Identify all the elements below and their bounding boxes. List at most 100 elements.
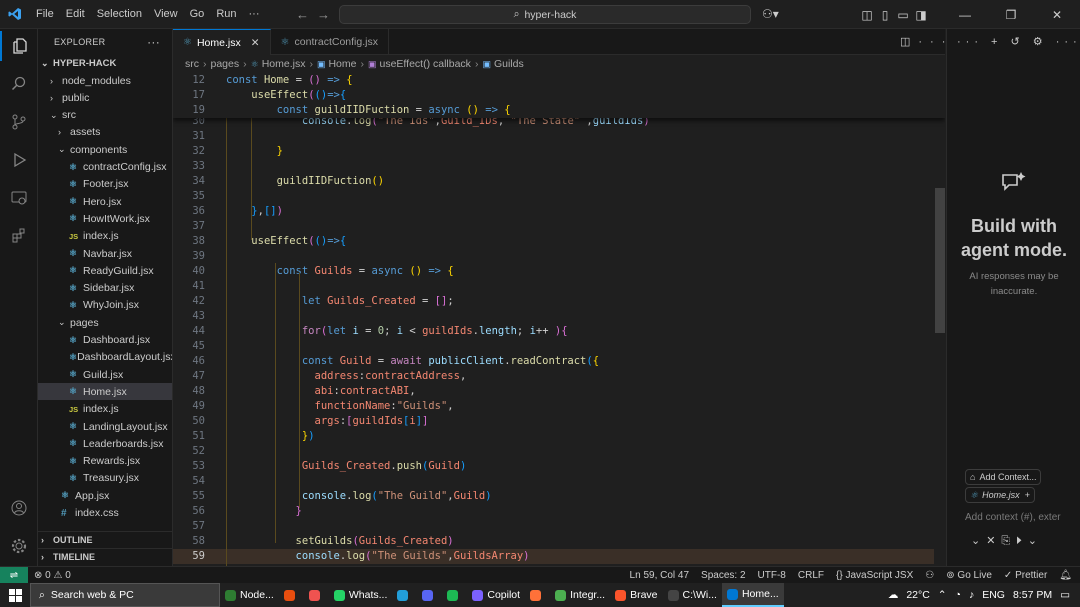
taskbar-app[interactable] — [392, 583, 417, 607]
file-item[interactable]: ⚛ Treasury.jsx — [38, 470, 172, 487]
chat-toolbar[interactable]: ··· + ↺ ⚙ ··· ⇱ — [957, 35, 1080, 48]
code-line[interactable]: 55 console.log("The Guild",Guild) — [173, 489, 945, 504]
menu-item[interactable]: Run — [210, 8, 242, 20]
folder-item[interactable]: ⌄ src — [38, 107, 172, 124]
minimize-button[interactable]: — — [942, 8, 988, 22]
menu-item[interactable]: ··· — [243, 8, 266, 20]
cursor-position[interactable]: Ln 59, Col 47 — [630, 570, 690, 581]
toggle-sidebar-icon[interactable]: ▯ — [876, 8, 894, 22]
code-line[interactable]: 56 } — [173, 504, 945, 519]
temperature[interactable]: 22°C — [906, 589, 929, 601]
taskbar-app[interactable]: Copilot — [467, 583, 525, 607]
source-control-icon[interactable] — [0, 107, 38, 137]
breadcrumb-item[interactable]: useEffect() callback — [380, 58, 471, 70]
accounts-icon[interactable] — [0, 493, 38, 523]
windows-start-icon[interactable] — [0, 588, 30, 602]
taskbar-app[interactable]: Brave — [610, 583, 662, 607]
timeline-section[interactable]: › TIMELINE — [38, 548, 172, 565]
file-item[interactable]: ⚛ Home.jsx — [38, 383, 172, 401]
menu-item[interactable]: Edit — [60, 8, 91, 20]
code-line[interactable]: 59 console.log("The Guilds",GuildsArray) — [173, 549, 945, 564]
code-line[interactable]: 12 const Home = () => { — [173, 73, 945, 88]
folder-item[interactable]: › node_modules — [38, 72, 172, 89]
taskbar-app[interactable] — [442, 583, 467, 607]
file-item[interactable]: ⚛ WhyJoin.jsx — [38, 297, 172, 314]
breadcrumb-item[interactable]: Home.jsx — [262, 58, 306, 70]
breadcrumb-item[interactable]: pages — [211, 58, 240, 70]
network-icon[interactable]: ◔ — [955, 589, 961, 601]
file-item[interactable]: ⚛ Guild.jsx — [38, 366, 172, 383]
code-line[interactable]: 17 useEffect(()=>{ — [173, 88, 945, 103]
code-line[interactable]: 44 for(let i = 0; i < guildIds.length; i… — [173, 324, 945, 339]
code-line[interactable]: 48 abi:contractABI, — [173, 384, 945, 399]
folder-item[interactable]: › public — [38, 89, 172, 106]
file-context-chip[interactable]: ⚛ Home.jsx + — [965, 487, 1035, 503]
code-line[interactable]: 54 — [173, 474, 945, 489]
code-line[interactable]: 33 — [173, 159, 945, 174]
close-icon[interactable]: ✕ — [251, 37, 260, 49]
breadcrumb-item[interactable]: Guilds — [494, 58, 524, 70]
prettier[interactable]: ✓ Prettier — [1004, 570, 1047, 581]
menu-item[interactable]: View — [148, 8, 184, 20]
code-line[interactable]: 34 guildIIDFuction() — [173, 174, 945, 189]
code-line[interactable]: 45 — [173, 339, 945, 354]
restore-button[interactable]: ❐ — [988, 8, 1034, 22]
file-item[interactable]: ⚛ Footer.jsx — [38, 176, 172, 193]
tab-home-jsx[interactable]: ⚛ Home.jsx ✕ — [173, 29, 271, 55]
code-line[interactable]: 49 functionName:"Guilds", — [173, 399, 945, 414]
project-folder[interactable]: ⌄ HYPER-HACK — [38, 55, 172, 72]
folder-item[interactable]: ⌄ pages — [38, 314, 172, 331]
folder-item[interactable]: ⌄ components — [38, 141, 172, 158]
taskbar-app[interactable]: C:\Wi... — [663, 583, 722, 607]
command-center-search[interactable]: ⌕ hyper-hack — [339, 5, 751, 24]
code-line[interactable]: 31 — [173, 129, 945, 144]
encoding[interactable]: UTF-8 — [758, 570, 786, 581]
go-live[interactable]: ⊚ Go Live — [946, 570, 992, 581]
code-line[interactable]: 35 — [173, 189, 945, 204]
nav-arrows[interactable]: ←→ — [296, 7, 338, 22]
close-button[interactable]: ✕ — [1034, 8, 1080, 22]
breadcrumb-item[interactable]: Home — [328, 58, 356, 70]
remote-indicator-icon[interactable]: ⇌ — [0, 566, 28, 584]
code-line[interactable]: 50 args:[guildIds[i]] — [173, 414, 945, 429]
indentation[interactable]: Spaces: 2 — [701, 570, 745, 581]
scrollbar-thumb[interactable] — [935, 188, 945, 333]
taskbar-app[interactable]: Home... — [721, 583, 784, 607]
notifications-bell-icon[interactable]: 🔔︎ — [1059, 570, 1072, 581]
breadcrumb-item[interactable]: src — [185, 58, 199, 70]
code-line[interactable]: 41 — [173, 279, 945, 294]
code-line[interactable]: 36 },[]) — [173, 204, 945, 219]
menu-item[interactable]: Go — [184, 8, 211, 20]
volume-icon[interactable]: ♪ — [969, 589, 974, 601]
code-line[interactable]: 53 Guilds_Created.push(Guild) — [173, 459, 945, 474]
menu-item[interactable]: Selection — [91, 8, 148, 20]
taskbar-search[interactable]: ⌕ Search web & PC — [30, 583, 220, 607]
problems-indicator[interactable]: ⊗ 0 ⚠ 0 — [34, 570, 71, 581]
remote-explorer-icon[interactable] — [0, 183, 38, 213]
notification-center-icon[interactable]: ▭ — [1060, 589, 1070, 601]
code-line[interactable]: 40 const Guilds = async () => { — [173, 264, 945, 279]
clock[interactable]: 8:57 PM — [1013, 589, 1052, 601]
chat-input-actions[interactable]: ⌄✕⎘⏵⌄ — [971, 534, 1043, 548]
toggle-bottom-panel-icon[interactable]: ▭ — [894, 8, 912, 22]
code-line[interactable]: 57 — [173, 519, 945, 534]
code-editor[interactable]: 12 const Home = () => {17 useEffect(()=>{… — [173, 73, 945, 566]
file-item[interactable]: ⚛ DashboardLayout.jsx — [38, 349, 172, 366]
run-debug-icon[interactable] — [0, 145, 38, 175]
taskbar-app[interactable]: Integr... — [550, 583, 610, 607]
file-item[interactable]: ⚛ LandingLayout.jsx — [38, 418, 172, 435]
explorer-icon[interactable] — [0, 31, 38, 61]
search-icon[interactable] — [0, 69, 38, 99]
file-item[interactable]: ⚛ Dashboard.jsx — [38, 332, 172, 349]
language-indicator[interactable]: ENG — [982, 589, 1005, 601]
code-line[interactable]: 38 useEffect(()=>{ — [173, 234, 945, 249]
taskbar-app[interactable] — [525, 583, 550, 607]
code-line[interactable]: 47 address:contractAddress, — [173, 369, 945, 384]
folder-item[interactable]: › assets — [38, 124, 172, 141]
file-item[interactable]: ⚛ Sidebar.jsx — [38, 280, 172, 297]
code-line[interactable]: 32 } — [173, 144, 945, 159]
file-item[interactable]: ⚛ Rewards.jsx — [38, 453, 172, 470]
code-line[interactable]: 42 let Guilds_Created = []; — [173, 294, 945, 309]
file-item[interactable]: ⚛ App.jsx — [38, 487, 172, 504]
tray-overflow-icon[interactable]: ⌃ — [938, 589, 947, 601]
